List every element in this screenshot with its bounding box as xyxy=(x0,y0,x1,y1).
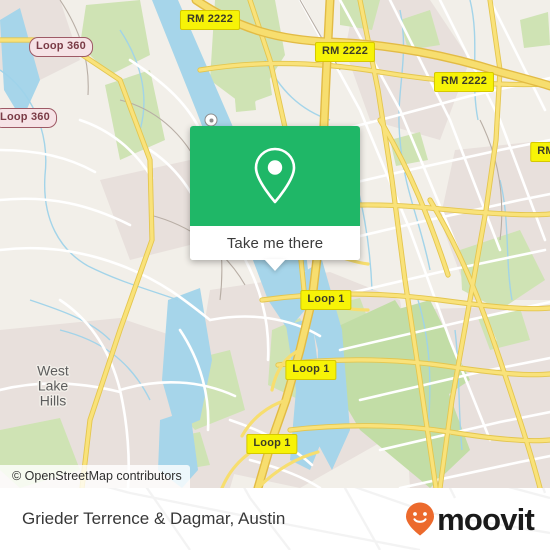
callout-image-panel xyxy=(190,126,360,226)
road-shield-rm-2222[interactable]: RM 2222 xyxy=(433,72,495,92)
road-shield-loop-1[interactable]: Loop 1 xyxy=(300,290,352,310)
road-shield-loop-360[interactable]: Loop 360 xyxy=(29,37,93,57)
road-shield-loop-1[interactable]: Loop 1 xyxy=(246,434,298,454)
road-shield-rm-2222[interactable]: RM 2222 xyxy=(314,42,376,62)
location-title: Grieder Terrence & Dagmar, Austin xyxy=(22,509,286,528)
moovit-smiley-pin-icon xyxy=(406,502,435,536)
callout-pointer-tail xyxy=(264,259,286,271)
map-poi-marker[interactable] xyxy=(204,113,218,127)
road-shield-loop-360[interactable]: Loop 360 xyxy=(0,108,57,128)
map-viewport[interactable]: Loop 360 Loop 360 RM 2222 RM 2222 RM 222… xyxy=(0,0,550,488)
take-me-there-label: Take me there xyxy=(226,234,324,252)
take-me-there-button[interactable]: Take me there xyxy=(190,226,360,260)
road-shield-rm-2222[interactable]: RM 2222 xyxy=(179,10,241,30)
footer-bar: Grieder Terrence & Dagmar, Austin moovit xyxy=(0,488,550,550)
road-shield-rm-clipped[interactable]: RM xyxy=(530,142,550,162)
location-pin-icon xyxy=(254,147,296,204)
map-screenshot: Loop 360 Loop 360 RM 2222 RM 2222 RM 222… xyxy=(0,0,550,550)
moovit-logo[interactable]: moovit xyxy=(404,501,535,537)
road-shield-loop-1[interactable]: Loop 1 xyxy=(285,360,337,380)
map-attribution[interactable]: © OpenStreetMap contributors xyxy=(0,464,190,488)
moovit-wordmark: moovit xyxy=(437,501,535,537)
location-callout-card[interactable]: Take me there xyxy=(190,126,360,271)
place-label-west-lake-hills: West Lake Hills xyxy=(37,362,69,409)
